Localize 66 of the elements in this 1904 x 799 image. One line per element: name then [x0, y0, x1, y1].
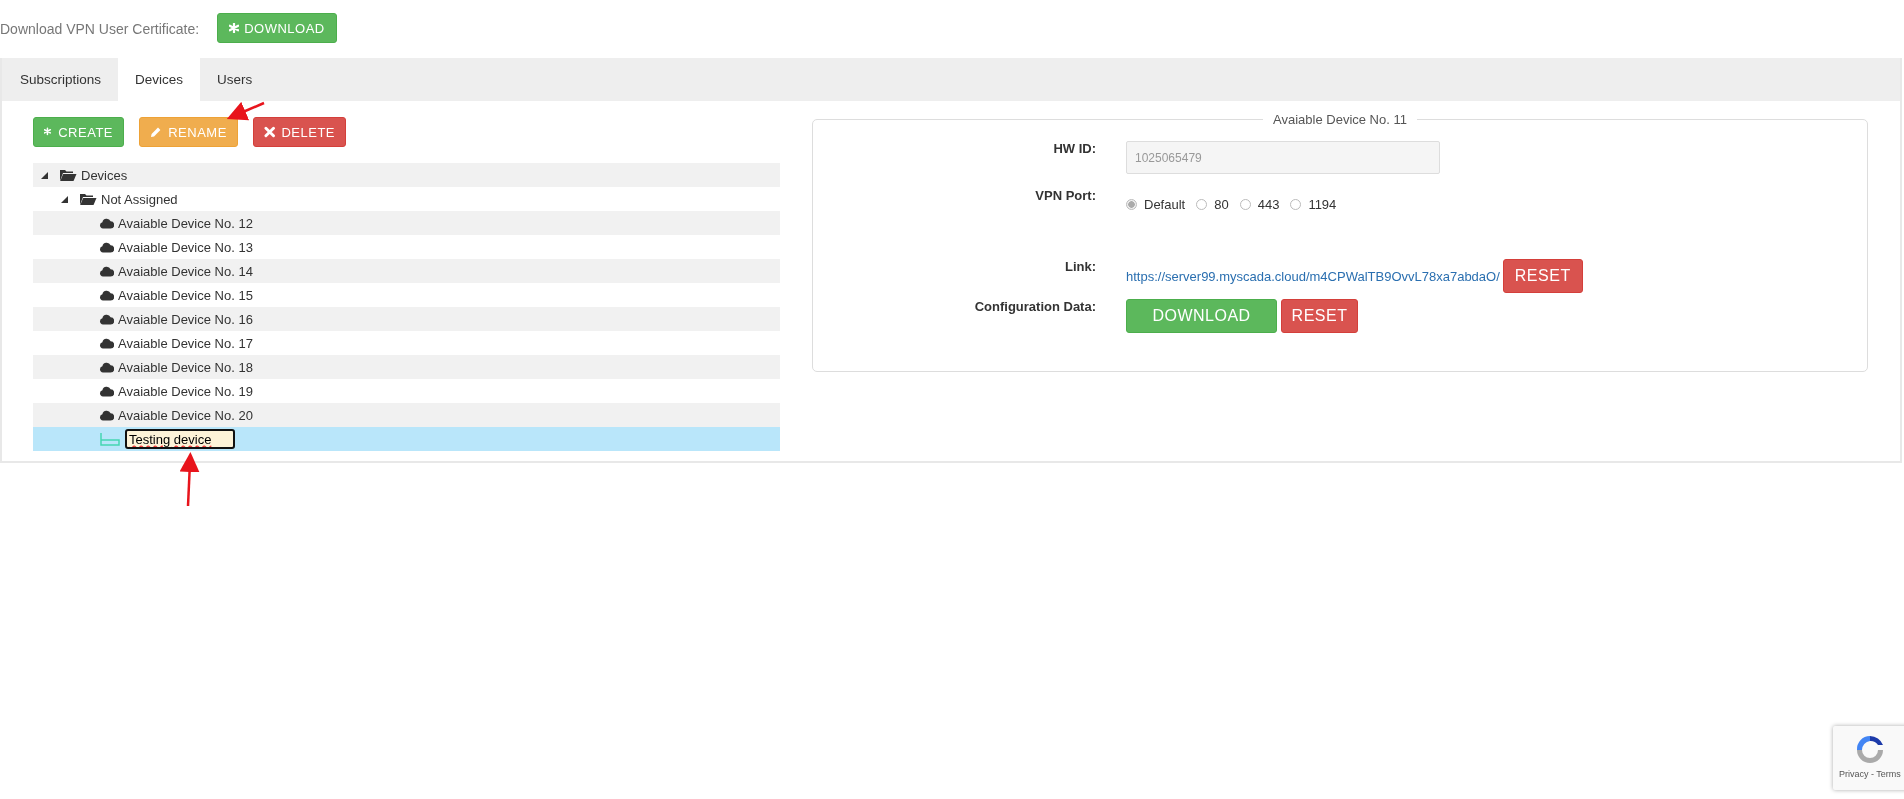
tree-row[interactable]: Avaiable Device No. 20	[33, 403, 780, 427]
radio-label: Default	[1144, 197, 1186, 212]
privacy-terms-link[interactable]: Privacy - Terms	[1839, 769, 1901, 779]
tree-row[interactable]: Avaiable Device No. 15	[33, 283, 780, 307]
tree-row[interactable]: Not Assigned	[33, 187, 780, 211]
radio-button[interactable]	[1239, 199, 1251, 210]
tree-item-label: Avaiable Device No. 19	[118, 383, 253, 399]
tree-item-label: Avaiable Device No. 13	[118, 239, 253, 255]
tree-item-label: Avaiable Device No. 17	[118, 335, 253, 351]
tree-row[interactable]: Avaiable Device No. 16	[33, 307, 780, 331]
tree-item-label: Not Assigned	[101, 191, 178, 207]
tree-item-label: Devices	[81, 167, 128, 183]
annotation-arrow	[179, 452, 200, 507]
tree-row[interactable]: Testing device	[33, 427, 780, 451]
asterisk-icon	[44, 126, 53, 138]
panel-legend: Avaiable Device No. 11	[1263, 112, 1417, 127]
tab[interactable]: Subscriptions	[3, 58, 119, 101]
tree-row[interactable]: Avaiable Device No. 14	[33, 259, 780, 283]
collapse-triangle-icon	[61, 195, 68, 203]
annotation-arrow	[226, 101, 265, 121]
cloud-icon	[99, 313, 114, 325]
cloud-icon	[99, 361, 114, 373]
radio-button[interactable]	[1126, 199, 1137, 210]
rename-input-field[interactable]: Testing device	[125, 429, 235, 449]
cloud-icon	[99, 265, 114, 277]
tree-item-label: Avaiable Device No. 20	[118, 407, 253, 423]
tab[interactable]: Users	[200, 58, 270, 101]
tree-item-label: Avaiable Device No. 16	[118, 311, 253, 327]
radio-button[interactable]	[1196, 199, 1208, 210]
cloud-icon	[99, 289, 114, 301]
pencil-icon	[150, 126, 163, 138]
tree-row[interactable]: Avaiable Device No. 17	[33, 331, 780, 355]
certificate-label: Download VPN User Certificate:	[0, 21, 200, 37]
tree-item-label: Avaiable Device No. 12	[118, 215, 253, 231]
close-icon	[264, 126, 276, 138]
folder-open-icon	[59, 168, 77, 182]
tree-row[interactable]: Avaiable Device No. 18	[33, 355, 780, 379]
reset-button[interactable]: RESET	[1281, 299, 1358, 333]
tree-item-label: Avaiable Device No. 18	[118, 359, 253, 375]
field-label: Link:	[1063, 259, 1096, 276]
asterisk-icon	[229, 23, 240, 33]
cloud-icon	[99, 409, 114, 421]
tab[interactable]: Devices	[118, 58, 201, 101]
field-label: Configuration Data:	[973, 299, 1096, 316]
radio-label: 443	[1257, 197, 1280, 212]
field-label: HW ID:	[1052, 141, 1096, 158]
cloud-icon	[99, 217, 114, 229]
tree-row[interactable]: Devices	[33, 163, 780, 187]
cloud-icon	[99, 337, 114, 349]
delete-button[interactable]: DELETE	[253, 117, 346, 147]
collapse-triangle-icon	[41, 171, 48, 179]
field-label: VPN Port:	[1034, 188, 1096, 205]
cloud-icon	[99, 385, 114, 397]
router-icon	[99, 432, 121, 446]
radio-button[interactable]	[1290, 199, 1302, 210]
cloud-icon	[99, 241, 114, 253]
tree-row[interactable]: Avaiable Device No. 13	[33, 235, 780, 259]
tree-item-label: Avaiable Device No. 15	[118, 287, 253, 303]
radio-label: 80	[1214, 197, 1229, 212]
tree-item-label: Avaiable Device No. 14	[118, 263, 253, 279]
device-link[interactable]: https://server99.myscada.cloud/m4CPWalTB9OvvL78xa7abdaO/	[1126, 268, 1500, 284]
tree-row[interactable]: Avaiable Device No. 12	[33, 211, 780, 235]
radio-label: 1194	[1308, 197, 1337, 212]
tree-row[interactable]: Avaiable Device No. 19	[33, 379, 780, 403]
folder-open-icon	[79, 192, 97, 206]
reset-button[interactable]: RESET	[1502, 259, 1583, 293]
